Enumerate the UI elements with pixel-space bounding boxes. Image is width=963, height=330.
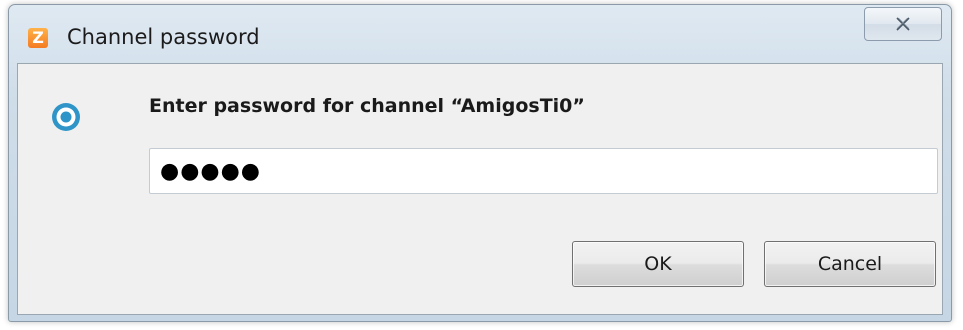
dialog-window: Z Channel password Enter password for ch… [8, 4, 952, 322]
window-title: Channel password [67, 25, 260, 49]
info-target-icon [52, 103, 80, 131]
app-z-icon: Z [28, 28, 48, 48]
close-button[interactable] [864, 7, 942, 41]
password-prompt: Enter password for channel “AmigosTi0” [149, 95, 585, 117]
password-input[interactable] [149, 148, 938, 194]
dialog-body: Enter password for channel “AmigosTi0” O… [17, 63, 943, 315]
close-icon [896, 17, 910, 31]
title-bar[interactable]: Z Channel password [9, 5, 951, 63]
ok-button[interactable]: OK [572, 241, 744, 287]
cancel-button[interactable]: Cancel [764, 241, 936, 287]
